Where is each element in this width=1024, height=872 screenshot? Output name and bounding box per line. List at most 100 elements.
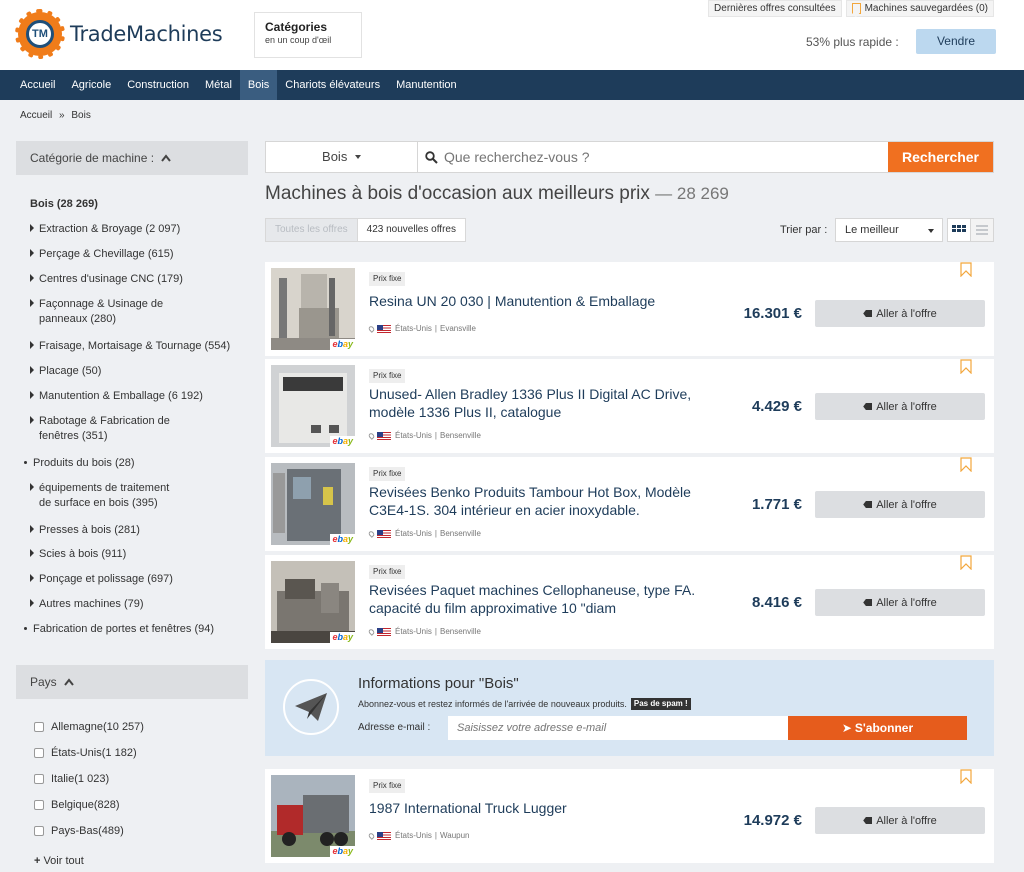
categories-title: Catégories <box>265 20 328 34</box>
main-nav: Accueil Agricole Construction Métal Bois Char… <box>0 70 1024 100</box>
go-to-offer-button[interactable]: Aller à l'offre <box>815 589 985 616</box>
country-checkbox[interactable]: Allemagne (10 257) <box>34 721 144 733</box>
sort-select[interactable]: Le meilleur <box>835 218 943 242</box>
listing-card[interactable]: ebay Prix fixe Revisées Benko Produits Tam… <box>265 457 994 551</box>
go-to-offer-button[interactable]: Aller à l'offre <box>815 393 985 420</box>
checkbox[interactable] <box>34 748 44 758</box>
bookmark-icon[interactable] <box>960 555 972 570</box>
bookmark-icon[interactable] <box>960 262 972 277</box>
country-checkbox[interactable]: Belgique (828) <box>34 799 120 811</box>
category-item[interactable]: Rabotage & Fabrication de fenêtres (351) <box>30 414 180 444</box>
bookmark-icon <box>851 3 861 14</box>
see-all-link[interactable]: + Voir tout <box>34 854 244 869</box>
country-label: Italie <box>51 773 75 785</box>
listing-title[interactable]: Unused- Allen Bradley 1336 Plus II Digit… <box>369 385 724 421</box>
listing-card[interactable]: ebay Prix fixe Resina UN 20 030 | Manutent… <box>265 262 994 356</box>
list-view-button[interactable] <box>970 218 994 242</box>
category-item[interactable]: Produits du bois (28) <box>24 456 240 471</box>
category-item[interactable]: équipements de traitement de surface en … <box>30 481 180 511</box>
go-to-offer-button[interactable]: Aller à l'offre <box>815 491 985 518</box>
listing-image[interactable]: ebay <box>271 775 355 857</box>
category-current[interactable]: Bois (28 269) <box>30 197 240 212</box>
category-item[interactable]: Ponçage et polissage (697) <box>30 572 240 587</box>
nav-item[interactable]: Agricole <box>63 70 119 100</box>
category-item[interactable]: Extraction & Broyage (2 097) <box>30 222 240 237</box>
caret-right-icon <box>30 391 34 399</box>
category-item[interactable]: Presses à bois (281) <box>30 523 240 538</box>
tag-icon <box>863 817 873 824</box>
listing-title[interactable]: Revisées Benko Produits Tambour Hot Box,… <box>369 483 724 519</box>
bookmark-icon[interactable] <box>960 359 972 374</box>
grid-view-button[interactable] <box>947 218 971 242</box>
country-checkbox[interactable]: Italie (1 023) <box>34 773 109 785</box>
search-input[interactable] <box>444 142 888 172</box>
listing-image[interactable]: ebay <box>271 463 355 545</box>
nav-item[interactable]: Construction <box>119 70 197 100</box>
go-to-offer-button[interactable]: Aller à l'offre <box>815 807 985 834</box>
categories-button[interactable]: Catégories en un coup d'œil <box>254 12 362 58</box>
country-count: (10 257) <box>102 721 144 733</box>
category-label: Placage <box>39 365 79 377</box>
listing-location: États-Unis | Bensenville <box>367 431 481 440</box>
checkbox[interactable] <box>34 800 44 810</box>
listing-title[interactable]: 1987 International Truck Lugger <box>369 799 724 817</box>
logo[interactable]: TM TradeMachines <box>15 9 223 59</box>
caret-right-icon <box>30 366 34 374</box>
category-item[interactable]: Perçage & Chevillage (615) <box>30 247 240 262</box>
country-filter-title: Pays <box>30 675 57 689</box>
listing-card[interactable]: ebay Prix fixe Unused- Allen Bradley 1336 … <box>265 359 994 453</box>
listing-card[interactable]: ebay Prix fixe 1987 International Truck Lu… <box>265 769 994 863</box>
tab-new-offers[interactable]: 423 nouvelles offres <box>358 219 465 241</box>
subscribe-button[interactable]: ➤ S'abonner <box>788 716 967 740</box>
category-label: Scies à bois <box>39 548 99 560</box>
search-category-select[interactable]: Bois <box>266 142 418 172</box>
breadcrumb-home[interactable]: Accueil <box>20 110 52 121</box>
category-item[interactable]: Façonnage & Usinage de panneaux (280) <box>30 297 180 327</box>
newsletter-subtitle-text: Abonnez-vous et restez informés de l'arr… <box>358 699 627 709</box>
category-item[interactable]: Autres machines (79) <box>30 597 240 612</box>
go-to-offer-label: Aller à l'offre <box>876 400 937 413</box>
go-to-offer-label: Aller à l'offre <box>876 814 937 827</box>
nav-item[interactable]: Bois <box>239 70 278 100</box>
category-item[interactable]: Manutention & Emballage (6 192) <box>30 389 240 404</box>
bookmark-icon[interactable] <box>960 457 972 472</box>
nav-item[interactable]: Accueil <box>12 70 63 100</box>
category-item[interactable]: Scies à bois (911) <box>30 547 240 562</box>
nav-item[interactable]: Manutention <box>388 70 465 100</box>
listing-city: Bensenville <box>439 627 481 636</box>
search-button[interactable]: Rechercher <box>888 142 993 172</box>
checkbox[interactable] <box>34 722 44 732</box>
listing-image[interactable]: ebay <box>271 365 355 447</box>
send-icon: ➤ <box>841 721 852 735</box>
nav-item[interactable]: Métal <box>197 70 240 100</box>
no-spam-badge: Pas de spam ! <box>630 698 691 710</box>
go-to-offer-button[interactable]: Aller à l'offre <box>815 300 985 327</box>
category-item[interactable]: Fraisage, Mortaisage & Tournage (554) <box>30 339 240 354</box>
category-item[interactable]: Centres d'usinage CNC (179) <box>30 272 240 287</box>
email-field[interactable] <box>448 716 788 740</box>
bookmark-icon[interactable] <box>960 769 972 784</box>
sell-button[interactable]: Vendre <box>916 29 996 54</box>
checkbox[interactable] <box>34 826 44 836</box>
category-item[interactable]: Fabrication de portes et fenêtres (94) <box>24 622 240 637</box>
category-count: (281) <box>114 524 140 536</box>
country-filter-header[interactable]: Pays <box>16 665 248 699</box>
ebay-logo: ebay <box>330 436 355 447</box>
category-filter-header[interactable]: Catégorie de machine : <box>16 141 248 175</box>
saved-machines-link[interactable]: Machines sauvegardées (0) <box>845 0 994 17</box>
category-item[interactable]: Placage (50) <box>30 364 240 379</box>
nav-item[interactable]: Chariots élévateurs <box>277 70 388 100</box>
checkbox[interactable] <box>34 774 44 784</box>
listing-title[interactable]: Resina UN 20 030 | Manutention & Emballa… <box>369 292 724 310</box>
country-checkbox[interactable]: Pays-Bas (489) <box>34 825 124 837</box>
breadcrumb-current[interactable]: Bois <box>71 110 90 121</box>
country-checkbox[interactable]: États-Unis (1 182) <box>34 747 137 759</box>
listing-title[interactable]: Revisées Paquet machines Cellophaneuse, … <box>369 581 724 617</box>
tag-icon <box>863 501 873 508</box>
listing-image[interactable]: ebay <box>271 561 355 643</box>
recent-offers-link[interactable]: Dernières offres consultées <box>708 0 842 17</box>
listing-image[interactable]: ebay <box>271 268 355 350</box>
tab-all-offers[interactable]: Toutes les offres <box>266 219 358 241</box>
listing-card[interactable]: ebay Prix fixe Revisées Paquet machines Ce… <box>265 555 994 649</box>
category-label: Presses à bois <box>39 524 112 536</box>
